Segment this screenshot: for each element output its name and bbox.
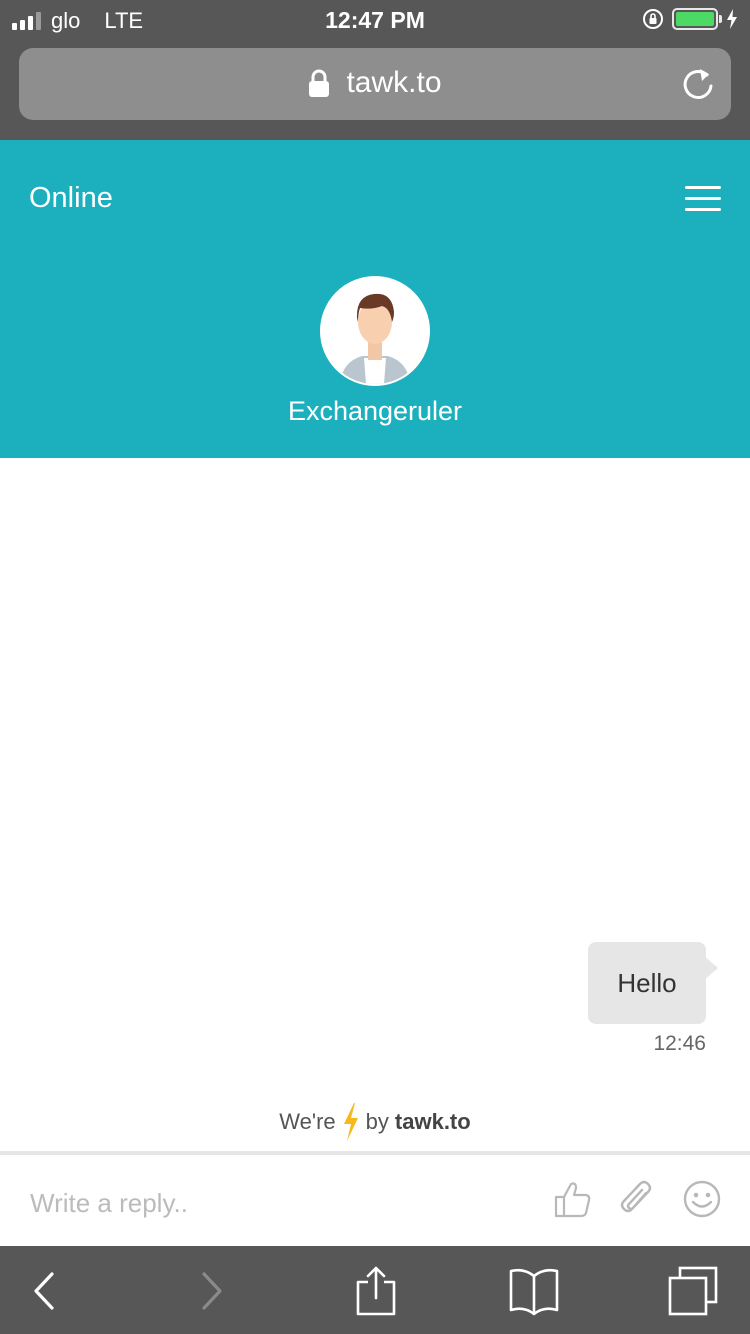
- person-avatar-icon: [322, 278, 428, 384]
- message-text: Hello: [617, 967, 677, 998]
- share-icon[interactable]: [350, 1266, 402, 1316]
- reply-input[interactable]: [30, 1183, 510, 1223]
- branding-suffix: by: [365, 1109, 389, 1134]
- agent-name: Exchangeruler: [287, 396, 463, 426]
- status-right: [642, 8, 738, 30]
- ios-status-bar: glo LTE 12:47 PM: [0, 0, 750, 40]
- book-icon[interactable]: [508, 1266, 560, 1316]
- chevron-right-icon[interactable]: [186, 1266, 238, 1316]
- hamburger-menu-icon[interactable]: [685, 186, 721, 212]
- chevron-left-icon[interactable]: [22, 1266, 74, 1316]
- thumbs-up-icon[interactable]: [552, 1179, 592, 1219]
- smiley-icon[interactable]: [682, 1179, 722, 1219]
- browser-toolbar: [0, 1246, 750, 1334]
- agent-status: Online: [29, 182, 113, 214]
- reply-area: [0, 1155, 750, 1246]
- brand-name: tawk.to: [394, 1109, 471, 1134]
- charging-bolt-icon: [727, 9, 737, 29]
- visitor-message-bubble: Hello: [588, 942, 718, 1024]
- agent-avatar: [320, 276, 430, 386]
- padlock-icon: [309, 69, 330, 97]
- rotation-lock-icon: [643, 9, 663, 29]
- lightning-bolt-icon: [343, 1103, 358, 1141]
- message-list: Hello 12:46: [0, 458, 750, 1098]
- reload-icon[interactable]: [681, 66, 715, 102]
- clock: 12:47 PM: [325, 7, 425, 33]
- paperclip-icon[interactable]: [616, 1179, 656, 1219]
- url-text: tawk.to: [346, 66, 442, 99]
- branding-prefix: We're: [279, 1109, 336, 1134]
- browser-address-area: tawk.to: [0, 40, 750, 140]
- tabs-icon[interactable]: [666, 1266, 718, 1316]
- url-display: tawk.to: [19, 66, 731, 100]
- battery-level: [676, 12, 714, 26]
- powered-by-branding[interactable]: We're by tawk.to: [0, 1103, 750, 1141]
- message-timestamp: 12:46: [653, 1032, 706, 1055]
- address-bar[interactable]: tawk.to: [19, 48, 731, 120]
- battery-icon: [672, 8, 722, 30]
- chat-header: Online Exchangeruler: [0, 140, 750, 458]
